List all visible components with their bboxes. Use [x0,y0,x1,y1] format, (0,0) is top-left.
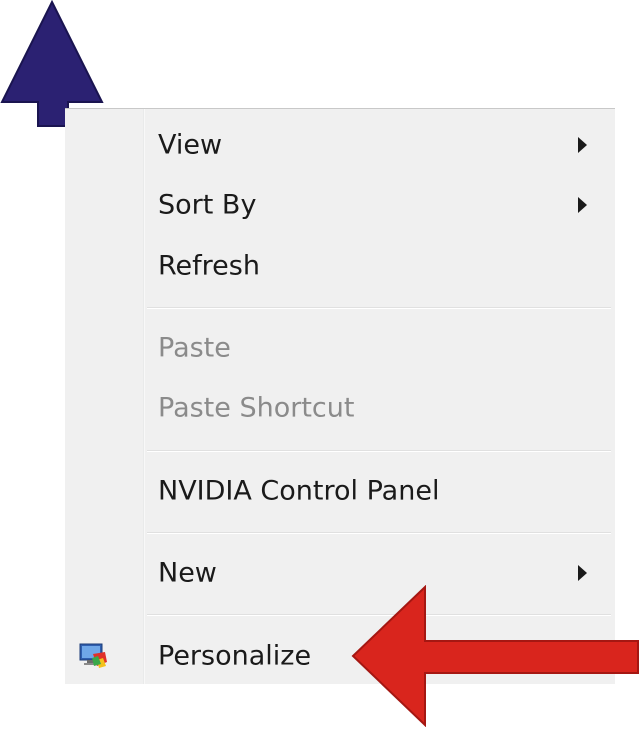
submenu-arrow-icon [578,137,587,153]
submenu-arrow-icon [578,565,587,581]
menu-separator [147,307,611,309]
arrow-left-icon [351,585,639,727]
menu-item-label: Paste [158,332,231,364]
menu-item-label: Refresh [158,250,260,282]
menu-item-label: Personalize [158,640,312,672]
menu-item-label: Paste Shortcut [158,392,355,424]
menu-item-refresh[interactable]: Refresh [65,238,615,294]
menu-item-view[interactable]: View [65,117,615,173]
personalize-icon [79,643,107,668]
menu-item-paste-shortcut[interactable]: Paste Shortcut [65,380,615,436]
menu-item-paste[interactable]: Paste [65,320,615,376]
menu-separator [147,532,611,534]
menu-item-nvidia-control-panel[interactable]: NVIDIA Control Panel [65,463,615,519]
menu-item-label: New [158,557,217,589]
menu-separator [147,450,611,452]
menu-item-label: View [158,129,223,161]
menu-item-label: NVIDIA Control Panel [158,475,440,507]
submenu-arrow-icon [578,197,587,213]
menu-item-sort-by[interactable]: Sort By [65,177,615,233]
menu-item-label: Sort By [158,189,257,221]
